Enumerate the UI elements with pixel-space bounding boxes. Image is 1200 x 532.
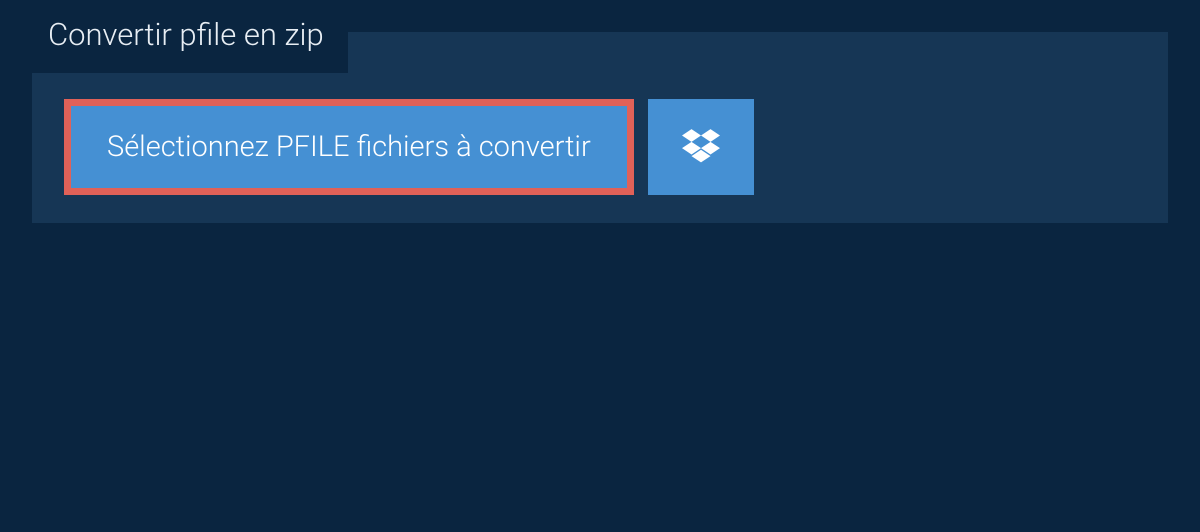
select-files-button[interactable]: Sélectionnez PFILE fichiers à convertir xyxy=(64,99,634,195)
select-files-button-label: Sélectionnez PFILE fichiers à convertir xyxy=(107,130,591,164)
tab-label: Convertir pfile en zip xyxy=(48,16,324,53)
tab-bar: Convertir pfile en zip xyxy=(32,32,1168,73)
tab-convert-pfile-zip[interactable]: Convertir pfile en zip xyxy=(32,0,348,73)
conversion-panel: Convertir pfile en zip Sélectionnez PFIL… xyxy=(32,32,1168,223)
dropbox-button[interactable] xyxy=(648,99,754,195)
upload-row: Sélectionnez PFILE fichiers à convertir xyxy=(32,73,1168,223)
dropbox-icon xyxy=(682,126,720,168)
